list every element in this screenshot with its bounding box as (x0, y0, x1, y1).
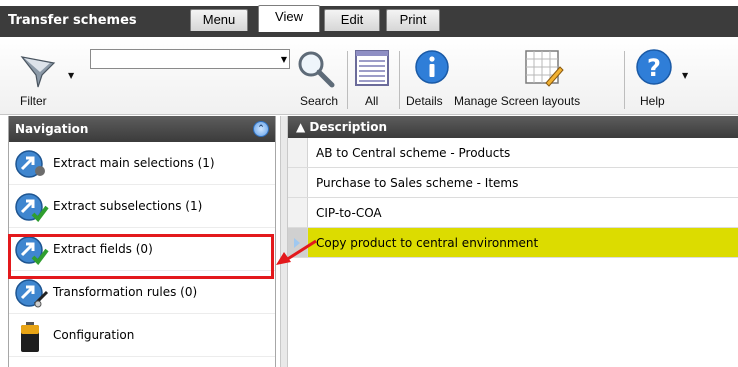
toolbar-divider (624, 51, 625, 109)
transform-icon (15, 279, 49, 308)
nav-item-label: Transformation rules (0) (53, 285, 198, 299)
row-selector[interactable] (288, 138, 308, 167)
annotation-arrow-icon (276, 239, 317, 265)
tab-print[interactable]: Print (386, 9, 440, 31)
info-icon[interactable] (414, 49, 450, 85)
toolbar-divider (347, 51, 348, 109)
help-dropdown-arrow-icon[interactable]: ▼ (682, 71, 688, 80)
nav-item-label: Extract main selections (1) (53, 156, 215, 170)
filter-label: Filter (20, 94, 47, 108)
column-header-label: Description (309, 120, 388, 134)
extract-arrow-icon (15, 150, 45, 178)
collapse-up-icon[interactable]: ⌃ (253, 121, 269, 137)
app-title: Transfer schemes (0, 6, 182, 37)
row-selector[interactable] (288, 198, 308, 227)
navigation-title: Navigation (15, 122, 89, 136)
navigation-header: Navigation ⌃ (9, 116, 275, 142)
title-bar: Transfer schemes Menu View Edit Print (0, 0, 738, 37)
nav-item-extract-subselections[interactable]: Extract subselections (1) (9, 185, 275, 228)
screen-layout-icon[interactable] (524, 49, 564, 87)
table-cell: Purchase to Sales scheme - Items (316, 176, 519, 190)
tab-view[interactable]: View (258, 5, 320, 32)
manage-layouts-label: Manage Screen layouts (454, 94, 581, 108)
help-icon[interactable]: ? (634, 47, 674, 87)
table-row-selected[interactable]: Copy product to central environment (288, 228, 738, 258)
table-cell: CIP-to-COA (316, 206, 382, 220)
nav-item-label: Extract subselections (1) (53, 199, 203, 213)
table-row[interactable]: AB to Central scheme - Products (288, 138, 738, 168)
combo-dropdown-icon[interactable]: ▼ (281, 55, 287, 64)
annotation-highlight-box (8, 234, 274, 279)
extract-check-icon (15, 193, 49, 222)
tab-menu[interactable]: Menu (190, 9, 248, 31)
table-row[interactable]: Purchase to Sales scheme - Items (288, 168, 738, 198)
table-cell: AB to Central scheme - Products (316, 146, 511, 160)
all-list-icon[interactable] (354, 49, 390, 87)
nav-item-label: Configuration (53, 328, 135, 342)
all-label: All (365, 94, 379, 108)
search-combo[interactable]: ▼ (90, 49, 290, 69)
details-label: Details (406, 94, 443, 108)
help-label: Help (640, 94, 665, 108)
search-input[interactable] (91, 50, 271, 68)
nav-item-extract-main-selections[interactable]: Extract main selections (1) (9, 142, 275, 185)
nav-item-configuration[interactable]: Configuration (9, 314, 275, 357)
schemes-grid: ▲ Description AB to Central scheme - Pro… (288, 116, 738, 367)
battery-icon (21, 322, 39, 352)
svg-text:?: ? (647, 54, 661, 82)
sort-asc-icon: ▲ (296, 120, 306, 134)
column-header-description[interactable]: ▲ Description (288, 116, 738, 138)
search-label: Search (300, 94, 339, 108)
toolbar-divider (399, 51, 400, 109)
tab-edit[interactable]: Edit (324, 9, 380, 31)
table-row[interactable]: CIP-to-COA (288, 198, 738, 228)
table-cell: Copy product to central environment (316, 236, 539, 250)
row-selector[interactable] (288, 168, 308, 197)
filter-icon[interactable] (18, 53, 58, 89)
search-icon[interactable] (296, 49, 336, 89)
toolbar: ▼ Filter ▼ Search All Details Manage Scr… (0, 37, 738, 115)
filter-dropdown-arrow-icon[interactable]: ▼ (68, 71, 74, 80)
